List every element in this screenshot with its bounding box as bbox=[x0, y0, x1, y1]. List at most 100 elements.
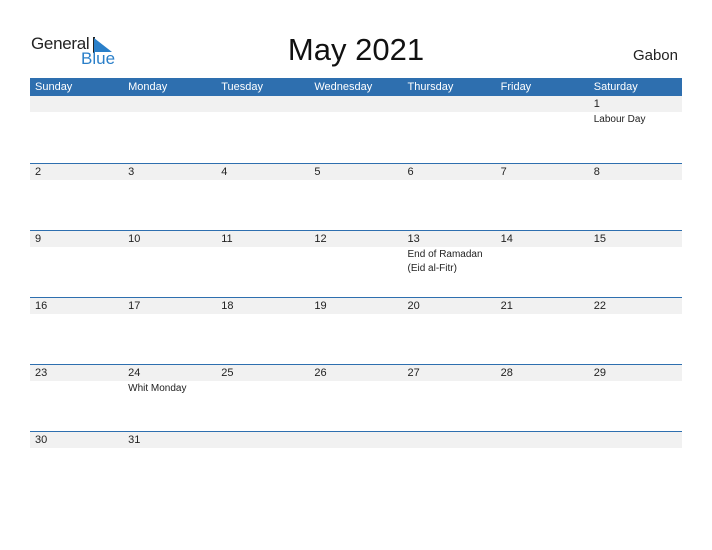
day-number: 28 bbox=[500, 367, 513, 379]
day-number: 6 bbox=[407, 166, 414, 178]
day-cell: 30 bbox=[30, 432, 123, 498]
day-number: 1 bbox=[593, 98, 600, 110]
weekday-header: Sunday Monday Tuesday Wednesday Thursday Frid… bbox=[30, 78, 682, 96]
day-cell: 23 bbox=[30, 365, 123, 431]
day-number: 24 bbox=[128, 367, 141, 379]
day-number: 17 bbox=[128, 300, 141, 312]
day-cell: 14 bbox=[496, 231, 589, 297]
weekday-friday: Friday bbox=[500, 81, 532, 93]
day-number bbox=[314, 432, 402, 448]
day-number: 31 bbox=[128, 434, 141, 446]
day-number: 3 bbox=[128, 166, 135, 178]
day-cell: 5 bbox=[309, 164, 402, 230]
day-cell: 31 bbox=[123, 432, 216, 498]
day-cell: 15 bbox=[589, 231, 682, 297]
day-number: 29 bbox=[593, 367, 606, 379]
day-number: 4 bbox=[221, 166, 228, 178]
day-cell: 16 bbox=[30, 298, 123, 364]
page-title: May 2021 bbox=[287, 32, 425, 67]
day-cell bbox=[123, 96, 216, 163]
day-number: 21 bbox=[500, 300, 513, 312]
day-number: 16 bbox=[35, 300, 48, 312]
day-number bbox=[221, 432, 309, 448]
day-cell bbox=[496, 96, 589, 163]
holiday-label: Labour Day bbox=[593, 114, 646, 125]
day-cell: 8 bbox=[589, 164, 682, 230]
day-number: 23 bbox=[35, 367, 48, 379]
day-number: 15 bbox=[593, 233, 606, 245]
day-cell: 22 bbox=[589, 298, 682, 364]
day-number: 9 bbox=[35, 233, 42, 245]
day-number: 8 bbox=[593, 166, 600, 178]
day-cell: 1 Labour Day bbox=[589, 96, 682, 163]
holiday-label: End of Ramadan bbox=[407, 249, 483, 260]
day-number bbox=[408, 432, 496, 448]
day-number bbox=[128, 96, 216, 112]
weekday-sunday: Sunday bbox=[35, 81, 73, 93]
day-cell: 13 End of Ramadan (Eid al-Fitr) bbox=[403, 231, 496, 297]
day-number bbox=[594, 432, 682, 448]
day-cell: 27 bbox=[403, 365, 496, 431]
week-row: 1 Labour Day bbox=[30, 96, 682, 163]
holiday-label: (Eid al-Fitr) bbox=[407, 263, 457, 274]
day-cell: 19 bbox=[309, 298, 402, 364]
day-cell bbox=[216, 432, 309, 498]
day-cell: 18 bbox=[216, 298, 309, 364]
holiday-label: Whit Monday bbox=[128, 383, 187, 394]
day-cell bbox=[589, 432, 682, 498]
day-number bbox=[501, 432, 589, 448]
day-number: 12 bbox=[314, 233, 327, 245]
day-cell bbox=[496, 432, 589, 498]
day-number bbox=[35, 96, 123, 112]
day-cell: 12 bbox=[309, 231, 402, 297]
weekday-tuesday: Tuesday bbox=[221, 81, 264, 93]
day-number: 7 bbox=[500, 166, 507, 178]
day-cell bbox=[309, 432, 402, 498]
calendar: Sunday Monday Tuesday Wednesday Thursday Frid… bbox=[30, 78, 682, 498]
week-row: 23 24 Whit Monday 25 26 27 28 29 bbox=[30, 364, 682, 431]
day-cell bbox=[403, 96, 496, 163]
calendar-weeks: 1 Labour Day 2 3 4 5 6 7 8 9 10 11 12 13 End of Ramada… bbox=[30, 96, 682, 498]
day-cell: 11 bbox=[216, 231, 309, 297]
weekday-saturday: Saturday bbox=[593, 81, 638, 93]
day-number: 2 bbox=[35, 166, 42, 178]
day-number: 25 bbox=[221, 367, 234, 379]
day-number: 30 bbox=[35, 434, 48, 446]
day-cell: 9 bbox=[30, 231, 123, 297]
day-number: 5 bbox=[314, 166, 321, 178]
day-number bbox=[221, 96, 309, 112]
country-label: Gabon bbox=[632, 47, 678, 64]
day-cell: 25 bbox=[216, 365, 309, 431]
day-cell: 3 bbox=[123, 164, 216, 230]
weekday-monday: Monday bbox=[128, 81, 168, 93]
day-cell bbox=[309, 96, 402, 163]
day-cell bbox=[216, 96, 309, 163]
week-row: 30 31 bbox=[30, 431, 682, 498]
day-number: 27 bbox=[407, 367, 420, 379]
day-cell: 2 bbox=[30, 164, 123, 230]
week-row: 16 17 18 19 20 21 22 bbox=[30, 297, 682, 364]
weekday-thursday: Thursday bbox=[407, 81, 454, 93]
day-number: 13 bbox=[407, 233, 420, 245]
day-number: 19 bbox=[314, 300, 327, 312]
day-cell bbox=[30, 96, 123, 163]
day-cell: 21 bbox=[496, 298, 589, 364]
week-row: 9 10 11 12 13 End of Ramadan (Eid al-Fitr) 14 15 bbox=[30, 230, 682, 297]
day-number bbox=[408, 96, 496, 112]
day-cell: 29 bbox=[589, 365, 682, 431]
day-cell: 28 bbox=[496, 365, 589, 431]
day-cell: 10 bbox=[123, 231, 216, 297]
day-cell: 24 Whit Monday bbox=[123, 365, 216, 431]
day-number bbox=[314, 96, 402, 112]
day-number: 14 bbox=[500, 233, 513, 245]
day-number: 11 bbox=[221, 233, 233, 245]
day-cell: 6 bbox=[403, 164, 496, 230]
weekday-wednesday: Wednesday bbox=[314, 81, 373, 93]
day-cell: 26 bbox=[309, 365, 402, 431]
day-number: 10 bbox=[128, 233, 141, 245]
day-cell: 17 bbox=[123, 298, 216, 364]
day-number: 18 bbox=[221, 300, 234, 312]
day-number: 26 bbox=[314, 367, 327, 379]
day-cell: 20 bbox=[403, 298, 496, 364]
day-number: 22 bbox=[593, 300, 606, 312]
